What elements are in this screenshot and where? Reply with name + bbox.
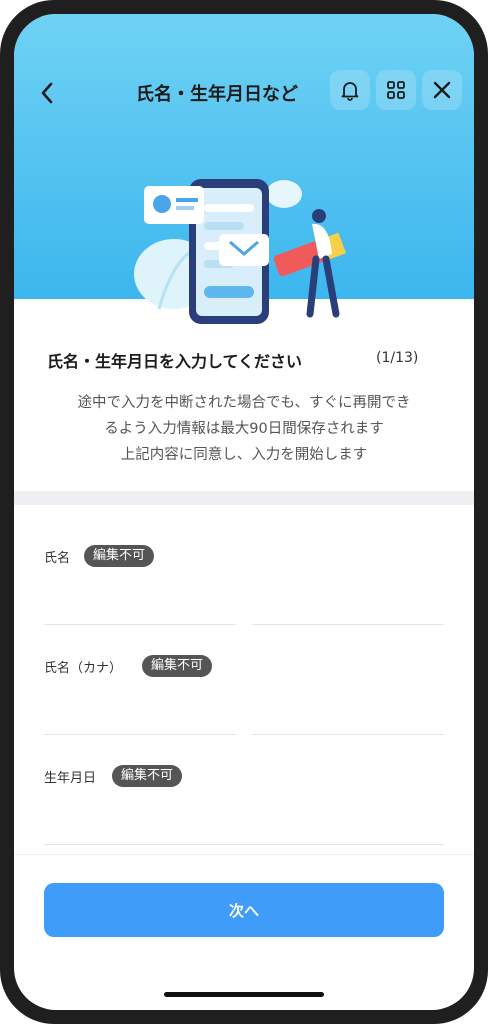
- description-line: 上記内容に同意し、入力を開始します: [120, 447, 368, 463]
- bell-icon: [341, 82, 359, 101]
- section-heading: 氏名・生年月日を入力してください: [47, 352, 303, 371]
- close-icon: [433, 81, 451, 99]
- readonly-badge: 編集不可: [112, 765, 183, 787]
- field-label-name: 氏名: [44, 551, 71, 566]
- back-button[interactable]: [32, 78, 62, 108]
- grid-icon: [387, 81, 405, 99]
- next-button[interactable]: 次へ: [44, 883, 444, 937]
- field-label-birthdate: 生年月日: [44, 771, 97, 786]
- menu-grid-button[interactable]: [376, 70, 416, 110]
- field-label-kana: 氏名（カナ）: [44, 661, 123, 676]
- readonly-badge: 編集不可: [142, 655, 213, 677]
- last-name-kana-field[interactable]: [44, 734, 236, 735]
- header-hero: 氏名・生年月日など: [14, 14, 474, 324]
- step-counter: (1/13): [376, 350, 419, 366]
- back-icon: [41, 82, 53, 104]
- page-title: 氏名・生年月日など: [136, 84, 298, 105]
- footer-divider: [14, 854, 474, 855]
- intro-description: 途中で入力を中断された場合でも、すぐに再開でき るよう入力情報は最大90日間保存…: [34, 390, 454, 468]
- first-name-kana-field[interactable]: [252, 734, 444, 735]
- last-name-field[interactable]: [44, 624, 236, 625]
- form-illustration: [134, 179, 346, 324]
- description-line: 途中で入力を中断された場合でも、すぐに再開でき: [77, 395, 411, 411]
- readonly-badge: 編集不可: [84, 545, 155, 567]
- birthdate-field[interactable]: [44, 844, 444, 845]
- description-line: るよう入力情報は最大90日間保存されます: [104, 421, 384, 437]
- section-divider: [14, 491, 474, 505]
- home-indicator: [164, 992, 324, 997]
- navigation-bar: 氏名・生年月日など: [14, 70, 474, 116]
- first-name-field[interactable]: [252, 624, 444, 625]
- notifications-button[interactable]: [330, 70, 370, 110]
- phone-frame: 氏名・生年月日など 氏名・生年月日を入力してください (1/13) 途中で入力を…: [0, 0, 488, 1024]
- app-screen: 氏名・生年月日など 氏名・生年月日を入力してください (1/13) 途中で入力を…: [14, 14, 474, 1010]
- close-button[interactable]: [422, 70, 462, 110]
